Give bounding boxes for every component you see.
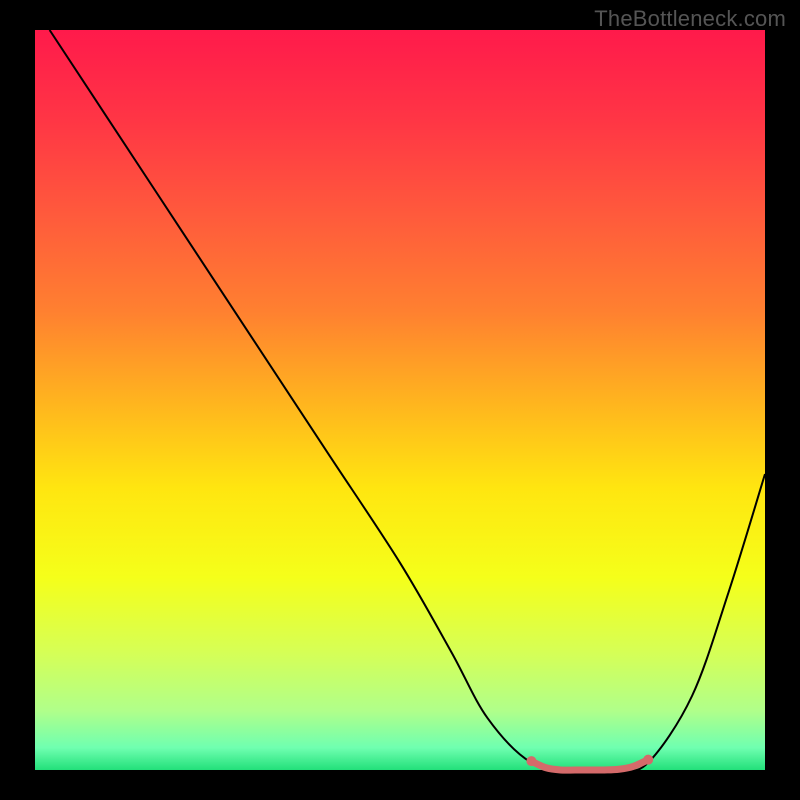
trough-left-dot xyxy=(526,756,536,766)
highlight-trough xyxy=(531,760,648,771)
chart-svg xyxy=(35,30,765,770)
watermark-text: TheBottleneck.com xyxy=(594,6,786,32)
plot-area xyxy=(35,30,765,770)
trough-right-dot xyxy=(643,755,653,765)
bottleneck-curve xyxy=(50,30,765,771)
chart-frame: TheBottleneck.com xyxy=(0,0,800,800)
